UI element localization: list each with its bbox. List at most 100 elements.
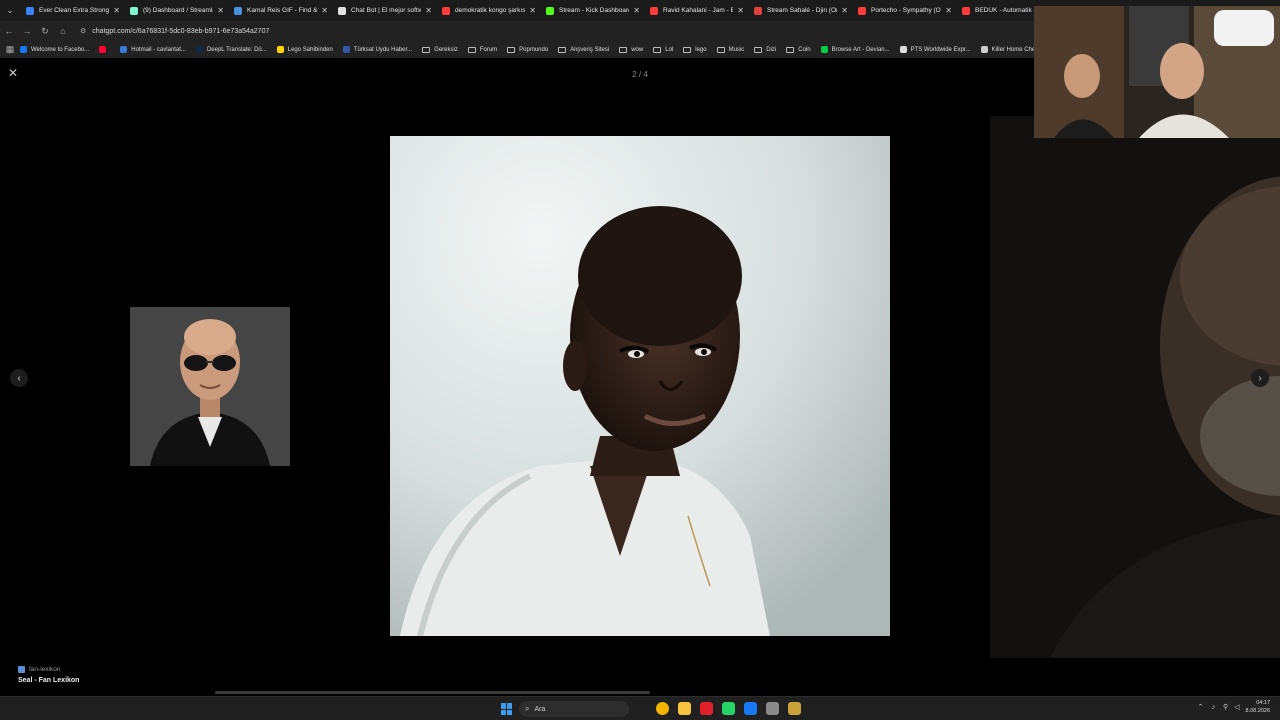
- next-arrow-icon[interactable]: ›: [1251, 369, 1269, 387]
- tab-title: Chat Bot | El mejor softw: [351, 7, 422, 14]
- tab-title: Kamal Reis GIF - Find & S: [247, 7, 318, 14]
- image-caption[interactable]: fan-lexikon Seal - Fan Lexikon: [18, 666, 79, 684]
- bookmark-item[interactable]: PTS Worldwide Expr...: [899, 46, 971, 53]
- bookmark-folder[interactable]: wow: [619, 46, 644, 53]
- tab-close-icon[interactable]: ✕: [321, 6, 328, 15]
- close-icon[interactable]: ✕: [8, 66, 18, 80]
- bookmark-item[interactable]: [99, 46, 110, 53]
- folder-icon[interactable]: [678, 702, 691, 715]
- bookmark-folder[interactable]: lego: [683, 46, 707, 53]
- bookmark-favicon-icon: [980, 46, 988, 53]
- browser-tab[interactable]: Chat Bot | El mejor softw ✕: [332, 0, 436, 21]
- browser-tab[interactable]: Stream - Kick Dashboard ✕: [540, 0, 644, 21]
- tab-favicon-icon: [234, 6, 242, 15]
- bookmark-label: lego: [695, 46, 707, 53]
- tab-favicon-icon: [442, 6, 450, 15]
- network-icon[interactable]: ⚲: [1223, 703, 1228, 711]
- browser-tab[interactable]: Ravid Kahalani - Jam - Big ✕: [644, 0, 748, 21]
- system-tray: ⌃ ♪ ⚲ ◁ 04:17 8.08.2026: [1198, 699, 1270, 715]
- bookmark-item[interactable]: DeepL Translate: Dü...: [195, 46, 267, 53]
- bookmark-folder[interactable]: Popmundo: [507, 46, 548, 53]
- bookmark-item[interactable]: Lego Sahibinden: [276, 46, 333, 53]
- horizontal-scrollbar[interactable]: [215, 691, 650, 694]
- tab-close-icon[interactable]: ✕: [113, 6, 120, 15]
- bookmark-label: Gereksiz: [434, 46, 458, 53]
- forward-icon[interactable]: →: [18, 21, 36, 41]
- bookmark-folder[interactable]: Lol: [653, 46, 674, 53]
- tab-title: Ravid Kahalani - Jam - Big: [663, 7, 734, 14]
- back-icon[interactable]: ←: [0, 21, 18, 41]
- home-icon[interactable]: ⌂: [54, 21, 72, 41]
- previous-arrow-icon[interactable]: ‹: [10, 369, 28, 387]
- whatsapp-icon[interactable]: [722, 702, 735, 715]
- url-field[interactable]: ⚙ chatgpt.com/c/6a76831f-5dc0-83eb-b971-…: [80, 27, 270, 36]
- browser-tab[interactable]: Kamal Reis GIF - Find & S ✕: [228, 0, 332, 21]
- url-text: chatgpt.com/c/6a76831f-5dc0-83eb-b971-6e…: [92, 27, 270, 35]
- webcam-scene-illustration: [1034, 6, 1280, 138]
- tab-close-icon[interactable]: ✕: [425, 6, 432, 15]
- search-icon: ⌕: [525, 704, 530, 713]
- browser-tab[interactable]: Portecho - Sympathy (Of ✕: [852, 0, 956, 21]
- bookmark-label: Dizi: [766, 46, 777, 53]
- folder-icon: [716, 46, 725, 53]
- tab-title: Portecho - Sympathy (Of: [871, 7, 942, 14]
- reload-icon[interactable]: ↻: [36, 21, 54, 41]
- bookmark-label: Browse Art - Devian...: [831, 46, 890, 53]
- bookmark-label: Lego Sahibinden: [287, 46, 333, 53]
- windows-start-icon[interactable]: [501, 703, 513, 715]
- bookmark-item[interactable]: Hotmail - cavlantat...: [120, 46, 186, 53]
- bookmark-favicon-icon: [276, 46, 284, 53]
- taskbar-search[interactable]: ⌕ Ara: [519, 701, 629, 717]
- bookmark-item[interactable]: Türksat Uydu Haber...: [342, 46, 412, 53]
- tab-close-icon[interactable]: ✕: [737, 6, 744, 15]
- folder-icon: [653, 46, 662, 53]
- folder-icon: [683, 46, 692, 53]
- portrait-sunglasses-illustration: [130, 307, 290, 466]
- tab-close-icon[interactable]: ✕: [529, 6, 536, 15]
- bookmark-label: wow: [631, 46, 644, 53]
- previous-image-thumbnail[interactable]: [130, 307, 290, 466]
- browser-tab[interactable]: Ever Clean Extra Strong Ki ✕: [20, 0, 124, 21]
- clock[interactable]: 04:17 8.08.2026: [1246, 699, 1270, 715]
- bookmark-label: Forum: [479, 46, 498, 53]
- opera-icon[interactable]: [700, 702, 713, 715]
- tab-title: demokratik kongo şarkısı: [455, 7, 526, 14]
- bookmark-folder[interactable]: Dizi: [754, 46, 777, 53]
- messenger-icon[interactable]: [744, 702, 757, 715]
- next-image-preview[interactable]: [990, 116, 1280, 658]
- tab-close-icon[interactable]: ✕: [217, 6, 224, 15]
- bookmark-item[interactable]: Welcome to Facebo...: [20, 46, 89, 53]
- apps-grid-icon[interactable]: ▦: [0, 41, 20, 58]
- bookmark-label: Music: [728, 46, 745, 53]
- main-image[interactable]: [390, 136, 890, 636]
- tab-close-icon[interactable]: ✕: [633, 6, 640, 15]
- portrait-dark-illustration: [990, 116, 1280, 658]
- tab-close-icon[interactable]: ✕: [945, 6, 952, 15]
- bookmark-folder[interactable]: Gereksiz: [422, 46, 458, 53]
- volume-icon[interactable]: ◁: [1234, 703, 1239, 711]
- microphone-icon[interactable]: ♪: [1212, 704, 1216, 711]
- tab-close-icon[interactable]: ✕: [841, 6, 848, 15]
- tab-favicon-icon: [130, 6, 138, 15]
- browser-tab[interactable]: demokratik kongo şarkısı ✕: [436, 0, 540, 21]
- browser-tab[interactable]: (9) Dashboard / Streamlab ✕: [124, 0, 228, 21]
- bookmark-label: Hotmail - cavlantat...: [131, 46, 186, 53]
- chrome-icon[interactable]: [656, 702, 669, 715]
- bookmark-folder[interactable]: Alışveriş Sitesi: [558, 46, 609, 53]
- bookmark-favicon-icon: [899, 46, 907, 53]
- chevron-up-icon[interactable]: ⌃: [1198, 703, 1204, 711]
- bookmark-folder[interactable]: Music: [716, 46, 745, 53]
- settings-icon[interactable]: [766, 702, 779, 715]
- folder-icon: [467, 46, 476, 53]
- bookmark-folder[interactable]: Coin: [786, 46, 811, 53]
- tab-search-icon[interactable]: ⌄: [0, 0, 20, 21]
- bookmark-item[interactable]: Browse Art - Devian...: [820, 46, 890, 53]
- site-info-icon[interactable]: ⚙: [80, 27, 86, 35]
- image-counter: 2 / 4: [632, 70, 648, 79]
- app-icon[interactable]: [788, 702, 801, 715]
- portrait-illustration: [390, 136, 890, 636]
- bookmark-folder[interactable]: Forum: [467, 46, 498, 53]
- bookmark-label: Lol: [665, 46, 674, 53]
- bookmark-favicon-icon: [120, 46, 128, 53]
- browser-tab[interactable]: Stream Sahalé - Djin (Or ✕: [748, 0, 852, 21]
